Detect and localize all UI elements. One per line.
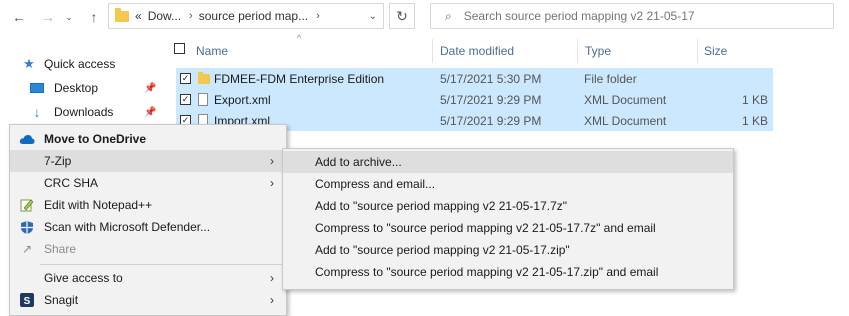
submenu-item-add-to-zip[interactable]: Add to "source period mapping v2 21-05-1…: [283, 239, 733, 261]
chevron-down-icon[interactable]: ⌄: [369, 11, 377, 22]
menu-item-snagit[interactable]: S Snagit ›: [10, 289, 286, 311]
back-button[interactable]: ←: [8, 6, 30, 28]
notepadpp-icon: [19, 197, 35, 213]
context-menu: Move to OneDrive 7-Zip › CRC SHA › Edit …: [9, 124, 287, 316]
chevron-right-icon: ›: [270, 271, 274, 285]
menu-item-crc-sha[interactable]: CRC SHA ›: [10, 172, 286, 194]
arrow-left-icon: ←: [12, 9, 26, 25]
submenu-item-compress-to-zip-email[interactable]: Compress to "source period mapping v2 21…: [283, 261, 733, 283]
column-header-type[interactable]: Type: [585, 39, 611, 63]
chevron-right-icon: ›: [270, 293, 274, 307]
menu-item-give-access-to[interactable]: Give access to ›: [10, 267, 286, 289]
nav-item-quick-access[interactable]: ★ Quick access: [18, 53, 115, 75]
sort-ascending-icon: ^: [297, 33, 302, 43]
menu-divider: [40, 264, 284, 265]
submenu-item-compress-and-email[interactable]: Compress and email...: [283, 173, 733, 195]
star-icon: ★: [23, 56, 35, 71]
column-divider[interactable]: [432, 39, 433, 63]
folder-icon: [115, 7, 129, 22]
recent-locations-button[interactable]: ⌄: [62, 6, 76, 28]
nav-item-desktop[interactable]: Desktop: [30, 77, 98, 99]
chevron-right-icon[interactable]: ›: [316, 10, 320, 22]
submenu-7zip: Add to archive... Compress and email... …: [282, 148, 734, 290]
column-divider[interactable]: [697, 39, 698, 63]
refresh-button[interactable]: ↻: [389, 3, 415, 29]
pin-icon[interactable]: 📌: [144, 107, 156, 118]
menu-item-edit-with-notepadpp[interactable]: Edit with Notepad++: [10, 194, 286, 216]
forward-button[interactable]: →: [37, 6, 59, 28]
refresh-icon: ↻: [396, 7, 408, 24]
chevron-right-icon: ›: [270, 176, 274, 190]
search-input[interactable]: [461, 8, 806, 24]
download-icon: ↓: [33, 104, 41, 120]
menu-item-scan-with-defender[interactable]: Scan with Microsoft Defender...: [10, 216, 286, 238]
svg-text:S: S: [24, 296, 31, 307]
chevron-down-icon: ⌄: [65, 11, 73, 22]
file-row[interactable]: ✓ FDMEE-FDM Enterprise Edition 5/17/2021…: [176, 68, 773, 89]
up-button[interactable]: ↑: [83, 6, 105, 28]
search-icon: ⌕: [445, 8, 452, 23]
arrow-right-icon: →: [41, 9, 55, 25]
menu-item-move-to-onedrive[interactable]: Move to OneDrive: [10, 128, 286, 150]
row-checkbox[interactable]: ✓: [180, 73, 191, 84]
column-header-date[interactable]: Date modified: [440, 39, 514, 63]
nav-item-downloads[interactable]: ↓ Downloads: [30, 101, 114, 123]
column-divider[interactable]: [577, 39, 578, 63]
breadcrumb-item[interactable]: Dow...: [148, 9, 181, 23]
submenu-item-compress-to-7z-email[interactable]: Compress to "source period mapping v2 21…: [283, 217, 733, 239]
file-row[interactable]: ✓ Export.xml 5/17/2021 9:29 PM XML Docum…: [176, 89, 773, 110]
column-header-name[interactable]: Name: [196, 39, 228, 63]
chevron-right-icon[interactable]: ›: [189, 10, 193, 22]
pin-icon[interactable]: 📌: [144, 83, 156, 94]
menu-item-7zip[interactable]: 7-Zip ›: [10, 150, 286, 172]
submenu-item-add-to-archive[interactable]: Add to archive...: [283, 151, 733, 173]
snagit-icon: S: [19, 292, 35, 308]
desktop-icon: [30, 83, 44, 93]
address-bar[interactable]: « Dow... › source period map... › ⌄: [108, 3, 384, 29]
chevron-right-icon: ›: [270, 154, 274, 168]
breadcrumb-overflow[interactable]: «: [135, 9, 142, 23]
breadcrumb-item[interactable]: source period map...: [199, 9, 308, 23]
column-header-size[interactable]: Size: [704, 39, 727, 63]
row-checkbox[interactable]: ✓: [180, 94, 191, 105]
submenu-item-add-to-7z[interactable]: Add to "source period mapping v2 21-05-1…: [283, 195, 733, 217]
defender-icon: [19, 219, 35, 235]
document-icon: [198, 93, 208, 106]
share-icon: ↗: [21, 242, 33, 256]
menu-item-share[interactable]: ↗ Share: [10, 238, 286, 260]
search-box[interactable]: ⌕: [430, 3, 834, 29]
folder-icon: [198, 72, 210, 84]
onedrive-icon: [19, 131, 35, 147]
arrow-up-icon: ↑: [90, 9, 98, 25]
select-all-checkbox[interactable]: [174, 43, 185, 54]
